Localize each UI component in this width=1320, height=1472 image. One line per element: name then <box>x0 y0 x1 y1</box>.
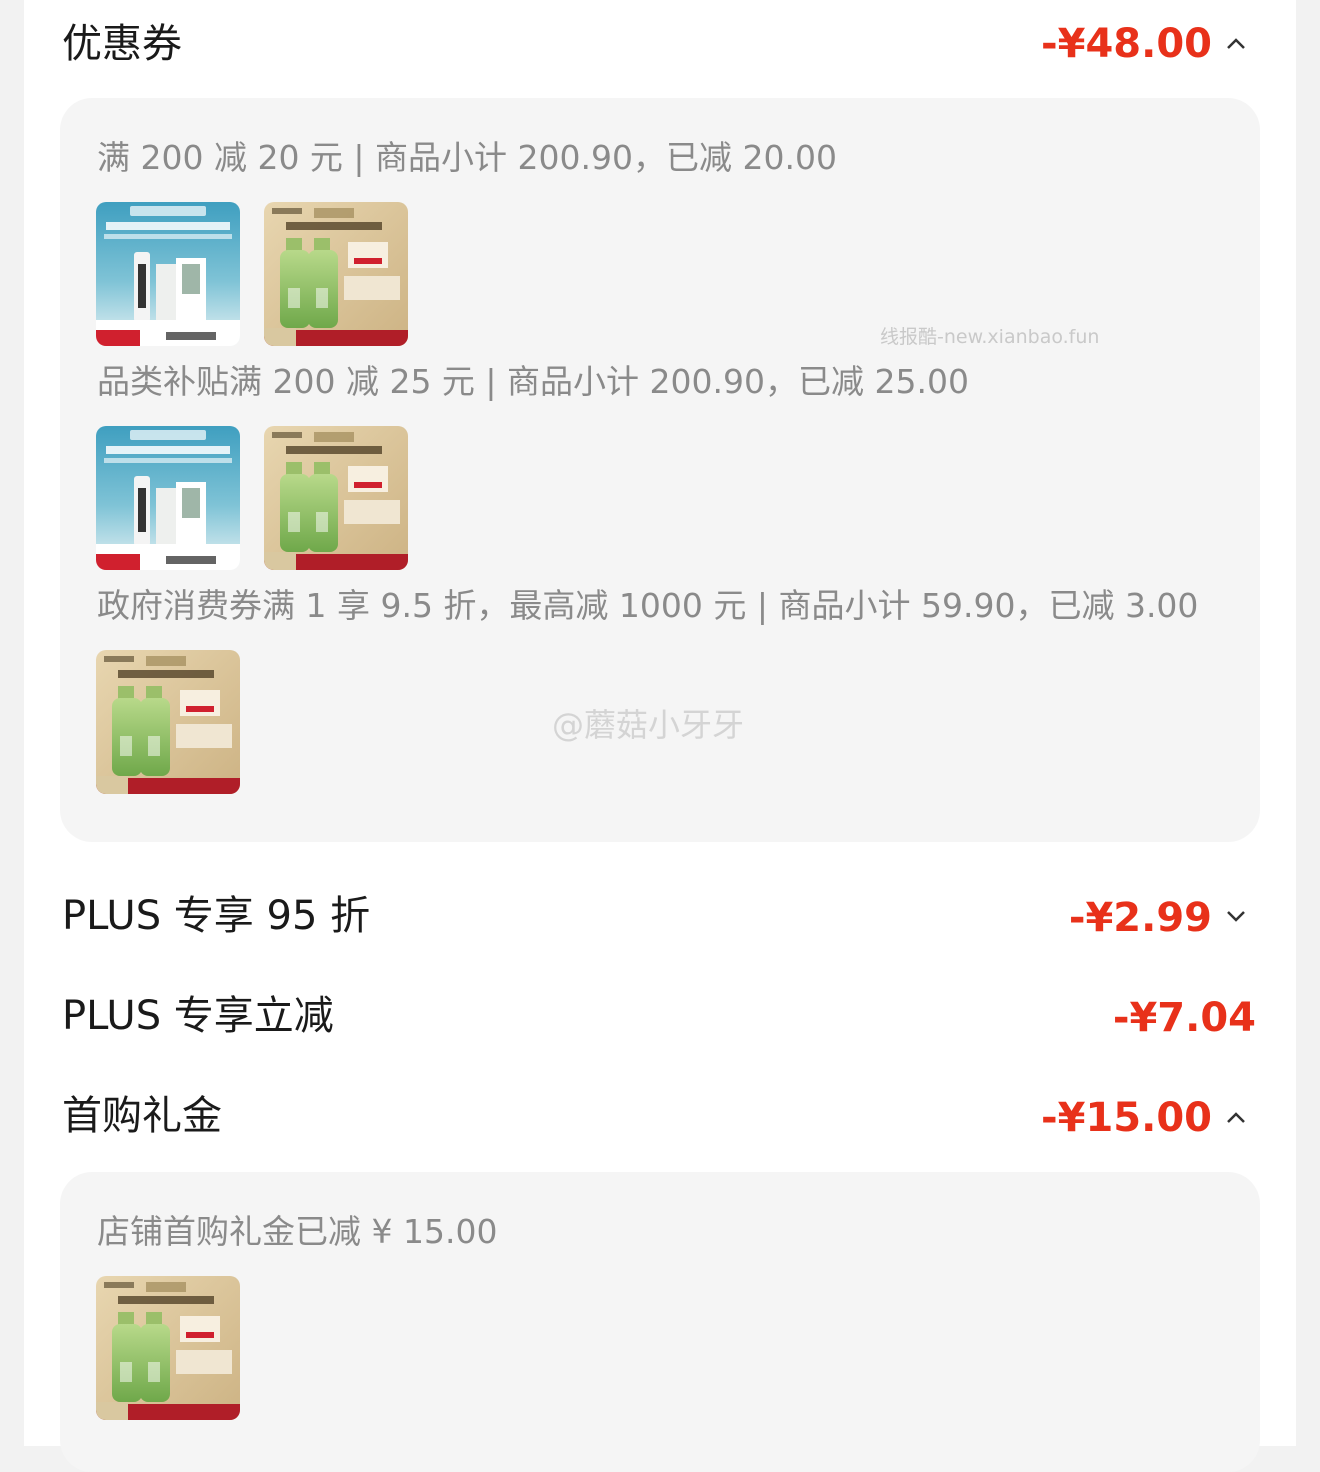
first-gift-title: 首购礼金 <box>62 1093 222 1139</box>
chevron-up-icon[interactable] <box>1224 1106 1248 1130</box>
serum-image <box>96 650 240 794</box>
coupon-rule-3: 政府消费券满 1 享 9.5 折，最高减 1000 元 | 商品小计 59.90… <box>97 586 1199 625</box>
first-gift-amount[interactable]: -¥15.00 <box>1014 1094 1212 1142</box>
plus-cut-amount: -¥7.04 <box>1112 995 1256 1041</box>
product-thumbnail-serum[interactable] <box>264 426 408 570</box>
chevron-down-icon[interactable] <box>1224 904 1248 928</box>
plus-cut-title: PLUS 专享立减 <box>62 993 334 1039</box>
coupon-rule-1: 满 200 减 20 元 | 商品小计 200.90，已减 20.00 <box>97 138 837 177</box>
first-gift-detail-panel: 店铺首购礼金已减 ¥ 15.00 <box>60 1172 1260 1472</box>
plus-discount-amount[interactable]: -¥2.99 <box>1024 894 1212 942</box>
serum-image <box>264 426 408 570</box>
weibo-watermark: @蘑菇小牙牙 <box>552 706 745 744</box>
patch-image <box>96 202 240 346</box>
site-watermark: 线报酷-new.xianbao.fun <box>880 326 1100 348</box>
product-thumbnail-serum[interactable] <box>96 650 240 794</box>
product-thumbnail-serum[interactable] <box>96 1276 240 1420</box>
coupon-amount[interactable]: -¥48.00 <box>1024 20 1212 68</box>
serum-image <box>264 202 408 346</box>
coupon-rule-2: 品类补贴满 200 减 25 元 | 商品小计 200.90，已减 25.00 <box>97 362 969 401</box>
chevron-up-icon[interactable] <box>1224 32 1248 56</box>
patch-image <box>96 426 240 570</box>
coupon-title: 优惠券 <box>62 21 182 67</box>
product-thumbnail-patch[interactable] <box>96 202 240 346</box>
product-thumbnail-patch[interactable] <box>96 426 240 570</box>
first-gift-rule: 店铺首购礼金已减 ¥ 15.00 <box>97 1212 498 1251</box>
plus-discount-title: PLUS 专享 95 折 <box>62 893 371 939</box>
discount-detail-card: 优惠券 -¥48.00 满 200 减 20 元 | 商品小计 200.90，已… <box>24 0 1296 1472</box>
serum-image <box>96 1276 240 1420</box>
product-thumbnail-serum[interactable] <box>264 202 408 346</box>
